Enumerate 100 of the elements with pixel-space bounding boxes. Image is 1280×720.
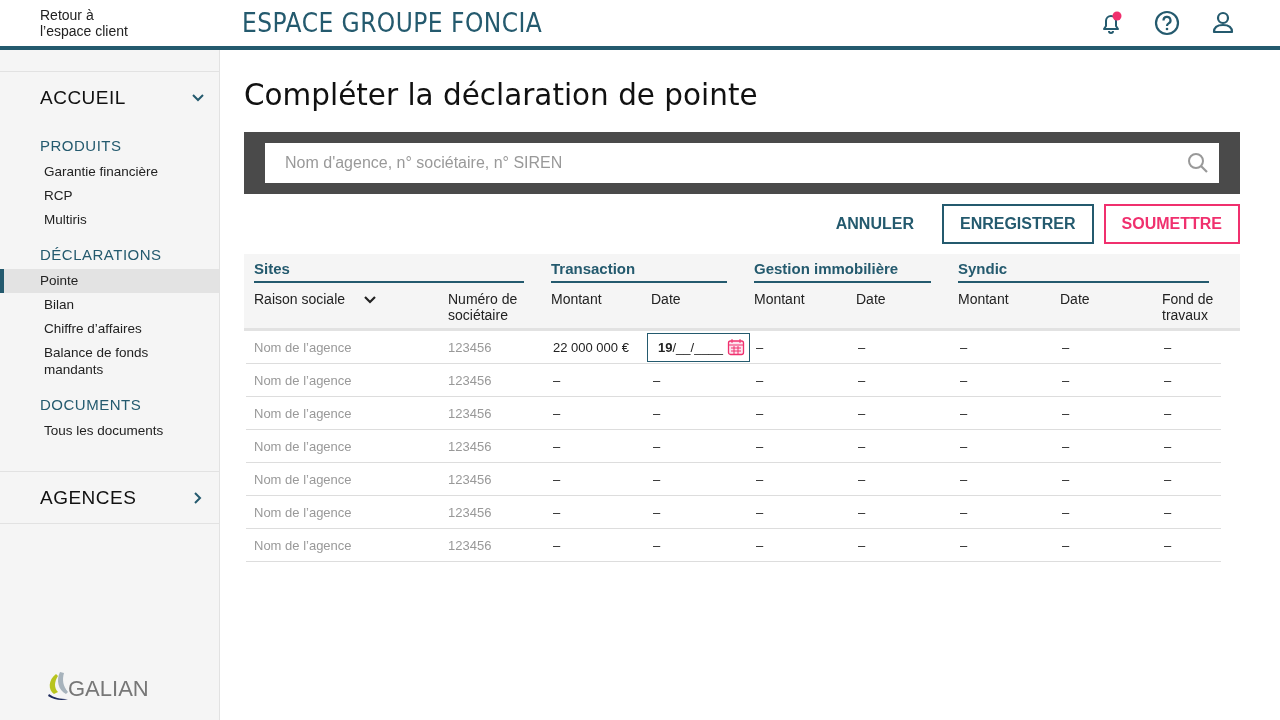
table-cell-text: – — [959, 339, 969, 355]
back-link[interactable]: Retour à l’espace client — [40, 7, 242, 39]
table-cell-text: – — [1061, 339, 1071, 355]
table-cell-text: – — [755, 504, 765, 520]
table-cell-text: – — [652, 438, 662, 454]
table-cell-text: – — [755, 438, 765, 454]
search-icon[interactable] — [1187, 152, 1209, 174]
sidebar-item[interactable]: Garantie financière — [0, 160, 219, 184]
table-cell-text: 123456 — [448, 438, 493, 454]
column-heading: Raison sociale — [254, 291, 346, 307]
table-cell-text: – — [857, 438, 867, 454]
sort-chevron-icon[interactable] — [363, 295, 378, 305]
agencies-nav-item[interactable]: AGENCES — [0, 471, 219, 524]
table-cell-text: – — [652, 537, 662, 553]
table-cell-text: – — [755, 471, 765, 487]
column-heading: Date — [1060, 291, 1090, 307]
table-cell-text: – — [652, 372, 662, 388]
table-cell-text: – — [959, 438, 969, 454]
column-heading: Fond de travaux — [1162, 291, 1215, 323]
section-heading: DÉCLARATIONS — [39, 246, 163, 263]
table-cell-text: – — [552, 537, 562, 553]
search-field[interactable]: Nom d'agence, n° sociétaire, n° SIREN — [265, 143, 1219, 183]
table-cell-text: Nom de l’agence — [254, 504, 353, 520]
table-cell-text: – — [1163, 504, 1173, 520]
table-cell-text: 123456 — [448, 372, 493, 388]
sidebar-item[interactable]: Bilan — [0, 293, 219, 317]
table-cell-text: – — [1163, 372, 1173, 388]
table-cell-text: Nom de l’agence — [254, 405, 353, 421]
section-heading: DOCUMENTS — [39, 396, 143, 413]
table-cell-text: – — [1061, 504, 1071, 520]
column-heading: Numéro de sociétaire — [448, 291, 519, 323]
table-cell-text: – — [1061, 438, 1071, 454]
calendar-icon[interactable] — [727, 338, 745, 356]
table-cell-text: Nom de l’agence — [254, 537, 353, 553]
sidebar-item[interactable]: Multiris — [0, 208, 219, 232]
section-heading: PRODUITS — [39, 137, 123, 154]
table-cell-text: – — [755, 372, 765, 388]
table-cell-text: – — [652, 471, 662, 487]
table-cell-text: – — [1163, 537, 1173, 553]
table-cell-text: Nom de l’agence — [254, 471, 353, 487]
column-group-heading: Gestion immobilière — [754, 254, 931, 283]
table-cell-text: Nom de l’agence — [254, 372, 353, 388]
table-cell-text: – — [857, 471, 867, 487]
table-cell-text: – — [1163, 405, 1173, 421]
table-cell-text: – — [959, 372, 969, 388]
table-cell-text: 123456 — [448, 504, 493, 520]
table-cell-text: – — [959, 405, 969, 421]
table-cell-text: – — [755, 537, 765, 553]
column-heading: Montant — [551, 291, 602, 307]
home-nav-item[interactable]: ACCUEIL — [0, 71, 219, 123]
table-cell-text: – — [552, 438, 562, 454]
table-cell-text: – — [652, 405, 662, 421]
table-cell-text: 123456 — [448, 339, 493, 355]
table-cell-text: – — [857, 339, 867, 355]
table-cell-text: – — [1163, 339, 1173, 355]
table-cell-text: – — [1163, 471, 1173, 487]
table-cell-text: – — [552, 471, 562, 487]
sidebar-item[interactable]: Pointe — [0, 269, 219, 293]
table-cell-text: – — [755, 339, 765, 355]
galian-logo-drawing: GALIAN — [46, 670, 156, 702]
table-cell-text: – — [857, 372, 867, 388]
table-cell-text: – — [1163, 438, 1173, 454]
sidebar-item[interactable]: Tous les documents — [0, 419, 219, 443]
sidebar-item[interactable]: RCP — [0, 184, 219, 208]
table-cell-text: – — [1061, 537, 1071, 553]
table-cell-text: – — [652, 504, 662, 520]
sidebar-item[interactable]: Balance de fonds mandants — [0, 341, 219, 382]
user-icon[interactable] — [1210, 10, 1236, 36]
site-title: ESPACE GROUPE FONCIA — [242, 8, 543, 38]
table-cell-text: Nom de l’agence — [254, 438, 353, 454]
help-icon[interactable] — [1154, 10, 1180, 36]
table-cell-text: – — [1061, 471, 1071, 487]
table-cell-text: – — [959, 504, 969, 520]
table-cell-text: – — [857, 405, 867, 421]
table-cell-text: – — [959, 471, 969, 487]
date-field[interactable]: 19/__/____ — [647, 332, 750, 362]
sidebar-item[interactable]: Chiffre d’affaires — [0, 317, 219, 341]
table-cell-text: – — [552, 405, 562, 421]
table-cell-text: – — [959, 537, 969, 553]
column-group-heading: Syndic — [958, 254, 1209, 283]
table-cell-text: – — [755, 405, 765, 421]
action-button[interactable]: ENREGISTRER — [941, 204, 1094, 244]
table-cell-text: – — [857, 504, 867, 520]
table-cell-text: 123456 — [448, 471, 493, 487]
page-title: Compléter la déclaration de pointe — [244, 76, 759, 112]
table-cell-text: 22 000 000 € — [552, 339, 630, 355]
column-group-heading: Sites — [254, 254, 524, 283]
table-cell-text: Nom de l’agence — [254, 339, 353, 355]
action-button[interactable]: SOUMETTRE — [1103, 204, 1240, 244]
table-cell-text: – — [1061, 372, 1071, 388]
column-heading: Date — [651, 291, 681, 307]
table-cell-text: 123456 — [448, 537, 493, 553]
column-heading: Date — [856, 291, 886, 307]
column-heading: Montant — [754, 291, 805, 307]
table-cell-text: – — [552, 504, 562, 520]
table-cell-text: 123456 — [448, 405, 493, 421]
table-cell-text: – — [1061, 405, 1071, 421]
column-heading: Montant — [958, 291, 1009, 307]
column-group-heading: Transaction — [551, 254, 727, 283]
table-cell-text: – — [857, 537, 867, 553]
